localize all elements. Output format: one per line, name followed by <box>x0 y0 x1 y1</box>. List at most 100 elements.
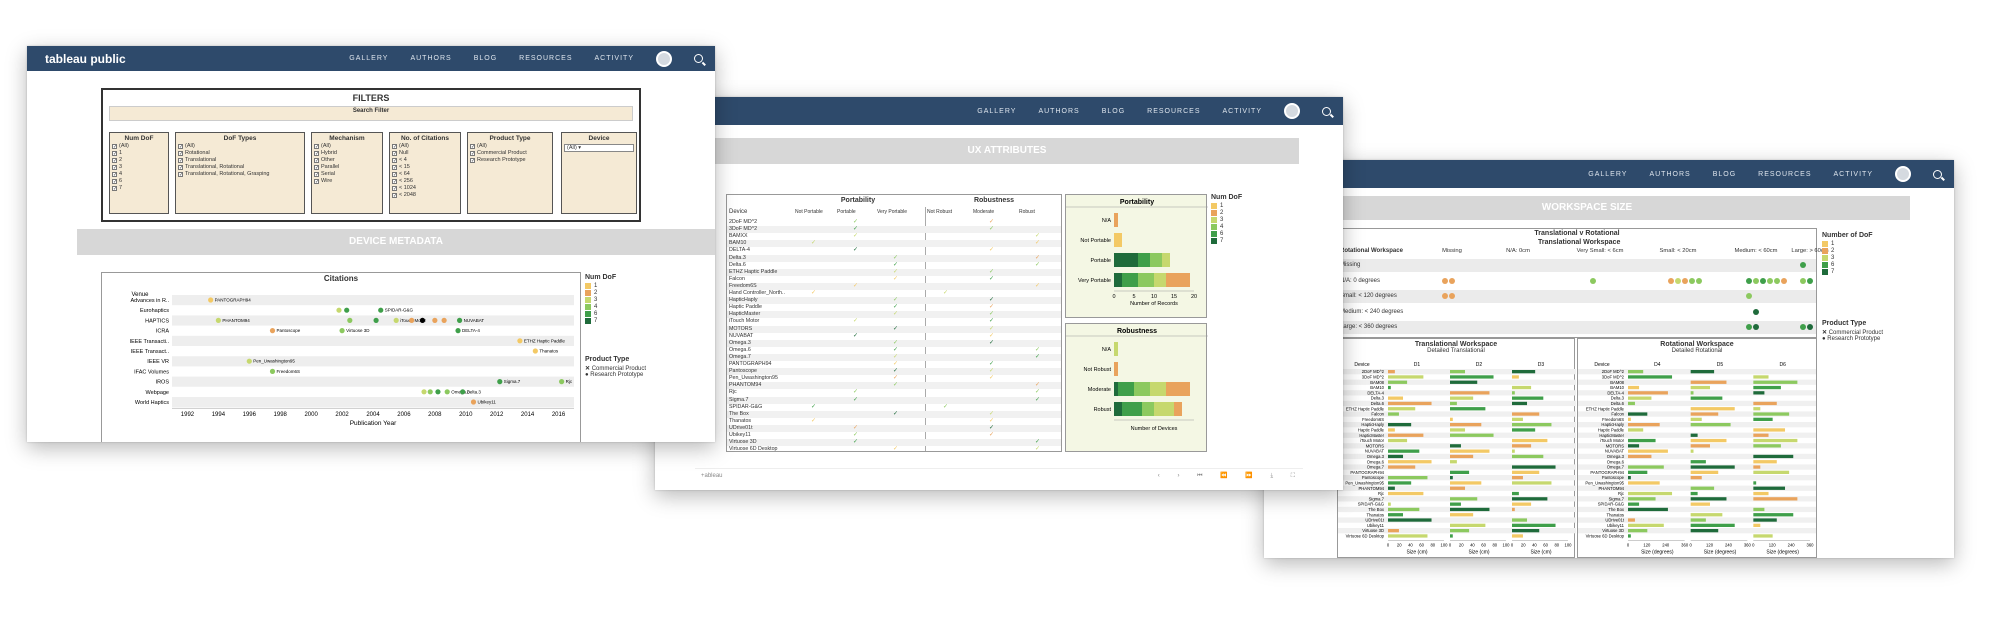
filter-option[interactable]: ✓ 3 <box>112 164 166 171</box>
checkbox-icon[interactable]: ✓ <box>470 151 475 157</box>
checkbox-icon[interactable]: ✓ <box>112 179 117 185</box>
legend-item[interactable]: 3 <box>1822 255 1873 261</box>
nav-activity[interactable]: ACTIVITY <box>594 55 634 62</box>
checkbox-icon[interactable]: ✓ <box>392 144 397 150</box>
checkbox-icon[interactable]: ✓ <box>392 151 397 157</box>
checkbox-icon[interactable]: ✓ <box>392 193 397 199</box>
nav-blog[interactable]: BLOG <box>1713 171 1736 178</box>
nav-resources[interactable]: RESOURCES <box>1147 108 1200 115</box>
filter-option[interactable]: ✓ 6 <box>112 178 166 185</box>
filter-option[interactable]: ✓ Wire <box>314 178 380 185</box>
avatar[interactable] <box>1284 103 1300 119</box>
legend-item[interactable]: 1 <box>1822 241 1873 247</box>
filter-option[interactable]: ✓ Parallel <box>314 164 380 171</box>
nav-authors[interactable]: AUTHORS <box>1649 171 1690 178</box>
avatar[interactable] <box>1895 166 1911 182</box>
filter-option[interactable]: ✓ (All) <box>392 143 458 150</box>
checkbox-icon[interactable]: ✓ <box>314 172 319 178</box>
checkbox-icon[interactable]: ✓ <box>314 165 319 171</box>
pager-controls[interactable]: ‹ › ⏮ ⏪ ⏩ ⤓ ⛶ <box>1158 472 1303 480</box>
filter-option[interactable]: ✓ Rotational <box>178 150 302 157</box>
filter-option[interactable]: ✓ 4 <box>112 171 166 178</box>
nav-blog[interactable]: BLOG <box>474 55 497 62</box>
filter-option[interactable]: ✓ Other <box>314 157 380 164</box>
filter-option[interactable]: ✓ 7 <box>112 185 166 192</box>
checkbox-icon[interactable]: ✓ <box>178 144 183 150</box>
nav-gallery[interactable]: GALLERY <box>349 55 388 62</box>
checkbox-icon[interactable]: ✓ <box>178 172 183 178</box>
legend-item[interactable]: 1 <box>585 283 616 289</box>
checkbox-icon[interactable]: ✓ <box>112 158 117 164</box>
filter-option[interactable]: ✓ (All) <box>470 143 550 150</box>
filter-option[interactable]: ✓ Serial <box>314 171 380 178</box>
nav-authors[interactable]: AUTHORS <box>410 55 451 62</box>
nav-resources[interactable]: RESOURCES <box>1758 171 1811 178</box>
filter-option[interactable]: ✓ < 15 <box>392 164 458 171</box>
nav-activity[interactable]: ACTIVITY <box>1833 171 1873 178</box>
tableau-public-logo[interactable]: tableau public <box>45 52 126 66</box>
filter-option[interactable]: ✓ (All) <box>178 143 302 150</box>
filter-option[interactable]: ✓ Null <box>392 150 458 157</box>
tableau-footer-logo[interactable]: +ableau <box>701 473 723 479</box>
checkbox-icon[interactable]: ✓ <box>314 151 319 157</box>
nav-activity[interactable]: ACTIVITY <box>1222 108 1262 115</box>
filter-option[interactable]: ✓ < 4 <box>392 157 458 164</box>
checkbox-icon[interactable]: ✓ <box>392 158 397 164</box>
avatar[interactable] <box>656 50 672 67</box>
nav-gallery[interactable]: GALLERY <box>977 108 1016 115</box>
checkbox-icon[interactable]: ✓ <box>178 165 183 171</box>
checkbox-icon[interactable]: ✓ <box>470 144 475 150</box>
checkbox-icon[interactable]: ✓ <box>112 144 117 150</box>
filter-option[interactable]: ✓ Hybrid <box>314 150 380 157</box>
legend-item[interactable]: 6 <box>1822 262 1873 268</box>
filter-option[interactable]: ✓ 2 <box>112 157 166 164</box>
checkbox-icon[interactable]: ✓ <box>112 165 117 171</box>
filter-option[interactable]: ✓ < 64 <box>392 171 458 178</box>
checkbox-icon[interactable]: ✓ <box>112 172 117 178</box>
nav-resources[interactable]: RESOURCES <box>519 55 572 62</box>
filter-option[interactable]: ✓ Translational <box>178 157 302 164</box>
filter-option[interactable]: ✓ Translational, Rotational, Grasping <box>178 171 302 178</box>
checkbox-icon[interactable]: ✓ <box>178 151 183 157</box>
filter-option[interactable]: ✓ < 256 <box>392 178 458 185</box>
checkbox-icon[interactable]: ✓ <box>112 151 117 157</box>
checkbox-icon[interactable]: ✓ <box>112 186 117 192</box>
search-icon[interactable] <box>694 54 703 63</box>
filter-option[interactable]: ✓ (All) <box>112 143 166 150</box>
legend-item[interactable]: 4 <box>585 304 616 310</box>
search-filter[interactable]: Search Filter <box>109 106 633 121</box>
filter-option[interactable]: ✓ Translational, Rotational <box>178 164 302 171</box>
product-research[interactable]: ● Research Prototype <box>1822 336 1883 342</box>
legend-item[interactable]: 7 <box>1822 269 1873 275</box>
legend-item[interactable]: 7 <box>585 318 616 324</box>
search-icon[interactable] <box>1322 106 1331 116</box>
legend-item[interactable]: 6 <box>1211 231 1242 237</box>
nav-gallery[interactable]: GALLERY <box>1588 171 1627 178</box>
search-icon[interactable] <box>1933 169 1942 179</box>
filter-option[interactable]: ✓ (All) <box>314 143 380 150</box>
checkbox-icon[interactable]: ✓ <box>314 144 319 150</box>
filter-option[interactable]: ✓ Commercial Product <box>470 150 550 157</box>
product-research[interactable]: ● Research Prototype <box>585 372 646 378</box>
legend-item[interactable]: 3 <box>585 297 616 303</box>
device-dropdown[interactable]: (All) ▾ <box>564 144 634 152</box>
checkbox-icon[interactable]: ✓ <box>392 179 397 185</box>
product-commercial[interactable]: ✕ Commercial Product <box>585 365 646 372</box>
checkbox-icon[interactable]: ✓ <box>392 186 397 192</box>
legend-item[interactable]: 3 <box>1211 217 1242 223</box>
filter-option[interactable]: ✓ < 2048 <box>392 192 458 199</box>
checkbox-icon[interactable]: ✓ <box>470 158 475 164</box>
filter-option[interactable]: ✓ 1 <box>112 150 166 157</box>
checkbox-icon[interactable]: ✓ <box>178 158 183 164</box>
product-commercial[interactable]: ✕ Commercial Product <box>1822 329 1883 336</box>
legend-item[interactable]: 2 <box>585 290 616 296</box>
checkbox-icon[interactable]: ✓ <box>392 172 397 178</box>
legend-item[interactable]: 2 <box>1211 210 1242 216</box>
checkbox-icon[interactable]: ✓ <box>392 165 397 171</box>
filter-option[interactable]: ✓ Research Prototype <box>470 157 550 164</box>
checkbox-icon[interactable]: ✓ <box>314 158 319 164</box>
legend-item[interactable]: 4 <box>1211 224 1242 230</box>
legend-item[interactable]: 2 <box>1822 248 1873 254</box>
nav-blog[interactable]: BLOG <box>1102 108 1125 115</box>
legend-item[interactable]: 1 <box>1211 203 1242 209</box>
